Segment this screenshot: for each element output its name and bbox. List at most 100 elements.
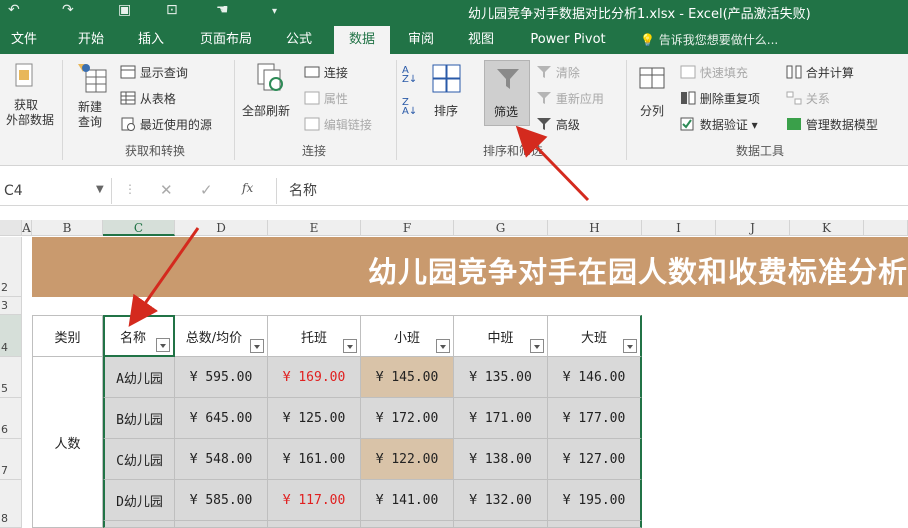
manage-data-model-button[interactable]: 管理数据模型 xyxy=(786,116,878,134)
da-cell[interactable]: ¥ 195.00 xyxy=(548,480,642,521)
redo-icon[interactable]: ↷ xyxy=(62,2,74,18)
header-cell-tuo[interactable]: 托班 xyxy=(268,315,361,357)
tab-review[interactable]: 审阅 xyxy=(396,26,446,54)
category-header-cell[interactable]: 类别 xyxy=(32,315,103,357)
category-cell[interactable]: 人数 xyxy=(32,357,103,528)
tab-insert[interactable]: 插入 xyxy=(126,26,176,54)
enter-icon[interactable]: ✓ xyxy=(200,181,213,199)
total-cell[interactable]: ¥ 645.00 xyxy=(175,398,268,439)
header-cell-da[interactable]: 大班 xyxy=(548,315,642,357)
recent-sources-button[interactable]: 最近使用的源 xyxy=(120,116,212,134)
show-queries-button[interactable]: 显示查询 xyxy=(120,64,188,82)
row-header-3[interactable]: 3 xyxy=(0,297,22,315)
row-header-7[interactable]: 7 xyxy=(0,439,22,480)
header-cell-xiao[interactable]: 小班 xyxy=(361,315,454,357)
tab-file[interactable]: 文件 xyxy=(0,26,48,54)
header-cell-name[interactable]: 名称 xyxy=(103,315,175,357)
tell-me-box[interactable]: 💡 告诉我您想要做什么... xyxy=(640,26,778,54)
filter-dropdown-icon[interactable] xyxy=(156,338,170,352)
insert-function-icon[interactable]: fx xyxy=(242,181,253,195)
zhong-cell[interactable]: ¥ 135.00 xyxy=(454,357,548,398)
name-cell[interactable]: D幼儿园 xyxy=(103,480,175,521)
tab-view[interactable]: 视图 xyxy=(456,26,506,54)
column-header-a[interactable]: A xyxy=(22,220,32,236)
text-to-columns-button[interactable]: 分列 xyxy=(640,102,664,119)
data-validation-button[interactable]: 数据验证 ▾ xyxy=(680,116,758,134)
total-cell[interactable]: ¥ 595.00 xyxy=(175,357,268,398)
edit-links-button[interactable]: 编辑链接 xyxy=(304,116,372,134)
filter-dropdown-icon[interactable] xyxy=(250,339,264,353)
tab-home[interactable]: 开始 xyxy=(66,26,116,54)
advanced-filter-button[interactable]: 高级 xyxy=(536,116,580,134)
column-header-c[interactable]: C xyxy=(103,220,175,236)
column-header-b[interactable]: B xyxy=(32,220,103,236)
column-header-k[interactable]: K xyxy=(790,220,864,236)
zhong-cell[interactable]: ¥ 138.00 xyxy=(454,439,548,480)
column-header-l[interactable] xyxy=(864,220,908,236)
filter-dropdown-icon[interactable] xyxy=(436,339,450,353)
name-box-dropdown-icon[interactable]: ▼ xyxy=(96,184,104,195)
filter-button[interactable]: 筛选 xyxy=(484,60,530,126)
tuo-cell[interactable]: ¥ 161.00 xyxy=(268,439,361,480)
xiao-cell[interactable]: ¥ 145.00 xyxy=(361,357,454,398)
column-header-g[interactable]: G xyxy=(454,220,548,236)
print-preview-icon[interactable]: ⊡ xyxy=(166,2,178,18)
row-header-4[interactable]: 4 xyxy=(0,315,22,357)
row-header-2[interactable]: 2 xyxy=(0,237,22,297)
select-all-corner[interactable] xyxy=(0,220,22,236)
xiao-cell[interactable]: ¥ 141.00 xyxy=(361,480,454,521)
column-header-d[interactable]: D xyxy=(175,220,268,236)
tuo-cell[interactable]: ¥ 169.00 xyxy=(268,357,361,398)
filter-dropdown-icon[interactable] xyxy=(623,339,637,353)
zhong-cell[interactable]: ¥ 132.00 xyxy=(454,480,548,521)
row-header-5[interactable]: 5 xyxy=(0,357,22,398)
header-cell-total[interactable]: 总数/均价 xyxy=(175,315,268,357)
properties-button[interactable]: 属性 xyxy=(304,90,348,108)
touch-mode-icon[interactable]: ☚ xyxy=(216,2,229,18)
sort-button[interactable]: 排序 xyxy=(434,102,458,119)
tab-data[interactable]: 数据 xyxy=(334,26,390,54)
undo-icon[interactable]: ↶ xyxy=(8,2,20,18)
tuo-cell[interactable]: ¥ 117.00 xyxy=(268,480,361,521)
cancel-icon[interactable]: ✕ xyxy=(160,181,173,199)
tab-formulas[interactable]: 公式 xyxy=(274,26,324,54)
xiao-cell[interactable]: ¥ 122.00 xyxy=(361,439,454,480)
column-header-h[interactable]: H xyxy=(548,220,642,236)
da-cell[interactable]: ¥ 177.00 xyxy=(548,398,642,439)
relationships-button[interactable]: 关系 xyxy=(786,90,830,108)
from-table-button[interactable]: 从表格 xyxy=(120,90,176,108)
name-cell[interactable]: A幼儿园 xyxy=(103,357,175,398)
formula-input[interactable]: 名称 xyxy=(276,178,908,204)
get-external-data-button[interactable]: 获取 外部数据 xyxy=(6,98,54,128)
column-header-e[interactable]: E xyxy=(268,220,361,236)
save-icon[interactable]: ▣ xyxy=(118,2,131,18)
tab-page-layout[interactable]: 页面布局 xyxy=(190,26,262,54)
tuo-cell[interactable]: ¥ 125.00 xyxy=(268,398,361,439)
tab-power-pivot[interactable]: Power Pivot xyxy=(520,26,616,54)
refresh-all-button[interactable]: 全部刷新 xyxy=(242,102,290,119)
total-cell[interactable]: ¥ 585.00 xyxy=(175,480,268,521)
new-query-button[interactable]: 新建 查询 xyxy=(70,100,110,130)
row-header-6[interactable]: 6 xyxy=(0,398,22,439)
total-cell[interactable]: ¥ 548.00 xyxy=(175,439,268,480)
zhong-cell[interactable]: ¥ 171.00 xyxy=(454,398,548,439)
column-header-f[interactable]: F xyxy=(361,220,454,236)
title-banner[interactable]: 幼儿园竞争对手在园人数和收费标准分析 xyxy=(32,237,908,297)
xiao-cell[interactable]: ¥ 172.00 xyxy=(361,398,454,439)
row-header-8[interactable]: 8 xyxy=(0,480,22,528)
clear-filter-button[interactable]: 清除 xyxy=(536,64,580,82)
filter-dropdown-icon[interactable] xyxy=(343,339,357,353)
remove-duplicates-button[interactable]: 删除重复项 xyxy=(680,90,760,108)
customize-qat-icon[interactable]: ▾ xyxy=(272,6,277,17)
sort-descending-icon[interactable]: Z A↓ xyxy=(402,98,422,118)
name-cell[interactable]: B幼儿园 xyxy=(103,398,175,439)
header-cell-zhong[interactable]: 中班 xyxy=(454,315,548,357)
da-cell[interactable]: ¥ 127.00 xyxy=(548,439,642,480)
filter-dropdown-icon[interactable] xyxy=(530,339,544,353)
consolidate-button[interactable]: 合并计算 xyxy=(786,64,854,82)
da-cell[interactable]: ¥ 146.00 xyxy=(548,357,642,398)
sort-ascending-icon[interactable]: A Z↓ xyxy=(402,66,422,86)
connections-button[interactable]: 连接 xyxy=(304,64,348,82)
column-header-j[interactable]: J xyxy=(716,220,790,236)
reapply-button[interactable]: 重新应用 xyxy=(536,90,604,108)
